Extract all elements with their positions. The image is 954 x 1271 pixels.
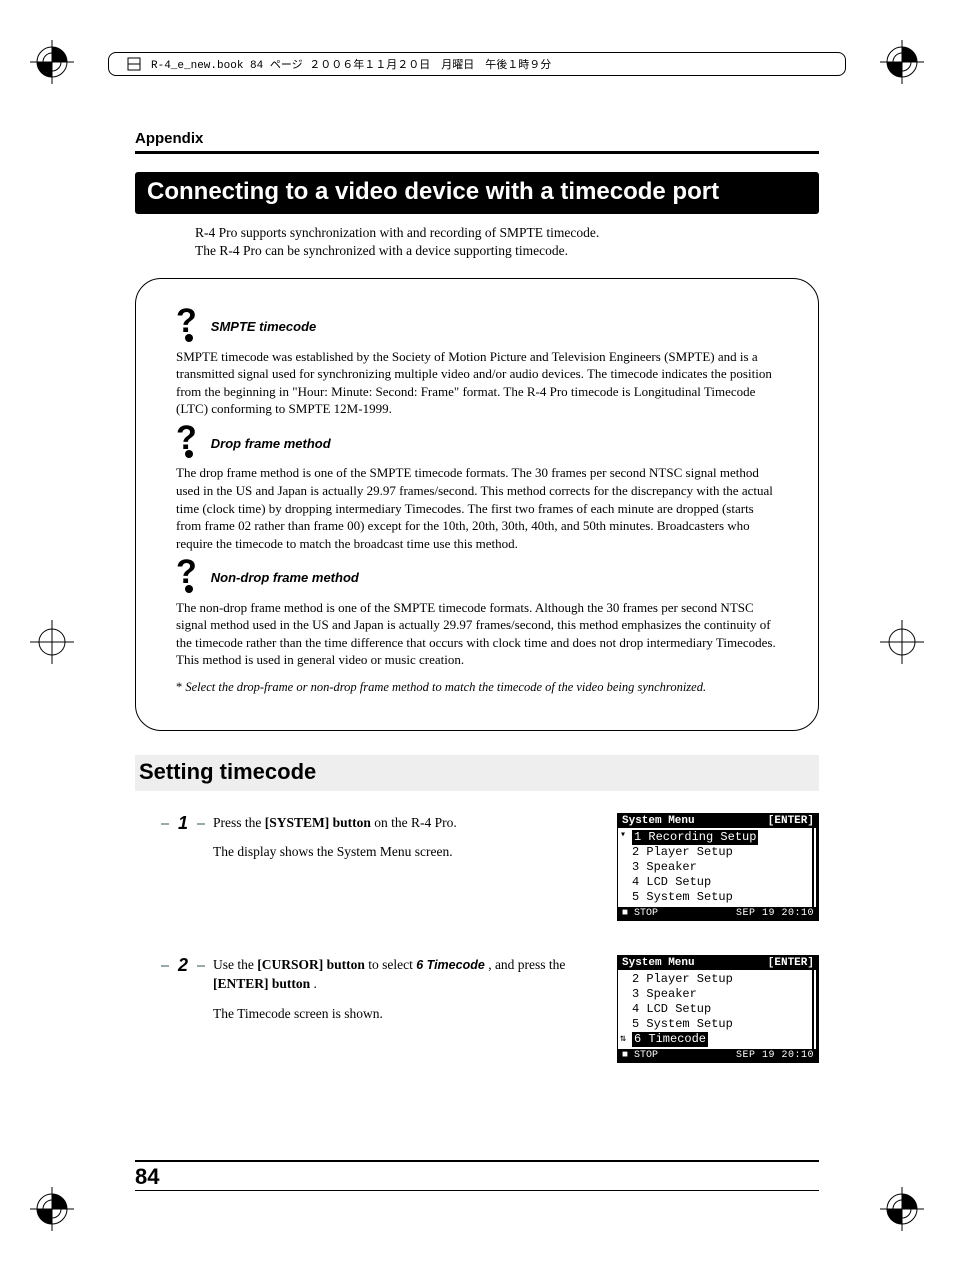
info-body: SMPTE timecode was established by the So…	[176, 348, 778, 418]
step: 1 Press the [SYSTEM] button on the R-4 P…	[135, 813, 819, 921]
lcd-status-right: SEP 19 20:10	[736, 1050, 814, 1061]
book-icon	[127, 57, 141, 71]
arrow-updown-icon: ⇅	[620, 1034, 626, 1047]
step-text: Press the [SYSTEM] button on the R-4 Pro…	[213, 813, 599, 872]
step-number: 1	[171, 813, 195, 834]
lcd-row: 3 Speaker	[632, 987, 806, 1002]
arrow-down-icon: ▾	[620, 830, 626, 843]
lcd-row: 5 System Setup	[632, 890, 806, 905]
info-heading: SMPTE timecode	[211, 319, 316, 334]
info-footnote: * Select the drop-frame or non-drop fram…	[176, 679, 778, 696]
lcd-row: 6 Timecode	[632, 1032, 708, 1047]
divider	[135, 151, 819, 154]
lcd-enter: [ENTER]	[768, 957, 814, 969]
lcd-status-left: ■ STOP	[622, 908, 658, 919]
lcd-title: System Menu	[622, 815, 695, 827]
crop-mark-icon	[30, 40, 74, 84]
content-area: Appendix Connecting to a video device wi…	[135, 130, 819, 1097]
page-title: Connecting to a video device with a time…	[135, 172, 819, 214]
lcd-row: 1 Recording Setup	[632, 830, 758, 845]
crop-mark-icon	[30, 1187, 74, 1231]
bold-label: [SYSTEM] button	[265, 815, 371, 830]
lcd-enter: [ENTER]	[768, 815, 814, 827]
bold-label: [CURSOR] button	[257, 957, 365, 972]
lcd-screenshot: System Menu [ENTER] ▾ 1 Recording Setup …	[617, 813, 819, 921]
lcd-row: 2 Player Setup	[632, 845, 806, 860]
info-body: The drop frame method is one of the SMPT…	[176, 464, 778, 552]
lcd-screenshot: System Menu [ENTER] 2 Player Setup 3 Spe…	[617, 955, 819, 1063]
info-box: ? SMPTE timecode SMPTE timecode was esta…	[135, 278, 819, 730]
step-number: 2	[171, 955, 195, 976]
bold-label: [ENTER] button	[213, 976, 310, 991]
page: R-4_e_new.book 84 ページ ２００６年１１月２０日 月曜日 午後…	[0, 0, 954, 1271]
crop-mark-icon	[880, 1187, 924, 1231]
crop-mark-icon	[880, 620, 924, 664]
lcd-row: 4 LCD Setup	[632, 875, 806, 890]
section-heading: Setting timecode	[135, 755, 819, 791]
step-text: Use the [CURSOR] button to select 6 Time…	[213, 955, 599, 1034]
crop-mark-icon	[30, 620, 74, 664]
lcd-status-right: SEP 19 20:10	[736, 908, 814, 919]
intro-line: R-4 Pro supports synchronization with an…	[195, 225, 599, 240]
lcd-row: 4 LCD Setup	[632, 1002, 806, 1017]
info-heading: Drop frame method	[211, 436, 331, 451]
lcd-status-left: ■ STOP	[622, 1050, 658, 1061]
lcd-list: ▾ 1 Recording Setup 2 Player Setup 3 Spe…	[618, 828, 818, 907]
info-heading: Non-drop frame method	[211, 570, 359, 585]
build-info: R-4_e_new.book 84 ページ ２００６年１１月２０日 月曜日 午後…	[151, 56, 551, 72]
intro-text: R-4 Pro supports synchronization with an…	[195, 224, 819, 260]
crop-mark-icon	[880, 40, 924, 84]
intro-line: The R-4 Pro can be synchronized with a d…	[195, 243, 568, 258]
lcd-row: 2 Player Setup	[632, 972, 806, 987]
page-number: 84	[135, 1160, 819, 1191]
italic-bold-label: 6 Timecode	[416, 958, 485, 972]
lcd-list: 2 Player Setup 3 Speaker 4 LCD Setup 5 S…	[618, 970, 818, 1049]
build-header: R-4_e_new.book 84 ページ ２００６年１１月２０日 月曜日 午後…	[108, 52, 846, 76]
appendix-label: Appendix	[135, 130, 819, 147]
info-body: The non-drop frame method is one of the …	[176, 599, 778, 669]
lcd-title: System Menu	[622, 957, 695, 969]
question-icon: ?	[176, 311, 197, 341]
step: 2 Use the [CURSOR] button to select 6 Ti…	[135, 955, 819, 1063]
question-icon: ?	[176, 428, 197, 458]
question-icon: ?	[176, 562, 197, 592]
lcd-row: 3 Speaker	[632, 860, 806, 875]
lcd-row: 5 System Setup	[632, 1017, 806, 1032]
